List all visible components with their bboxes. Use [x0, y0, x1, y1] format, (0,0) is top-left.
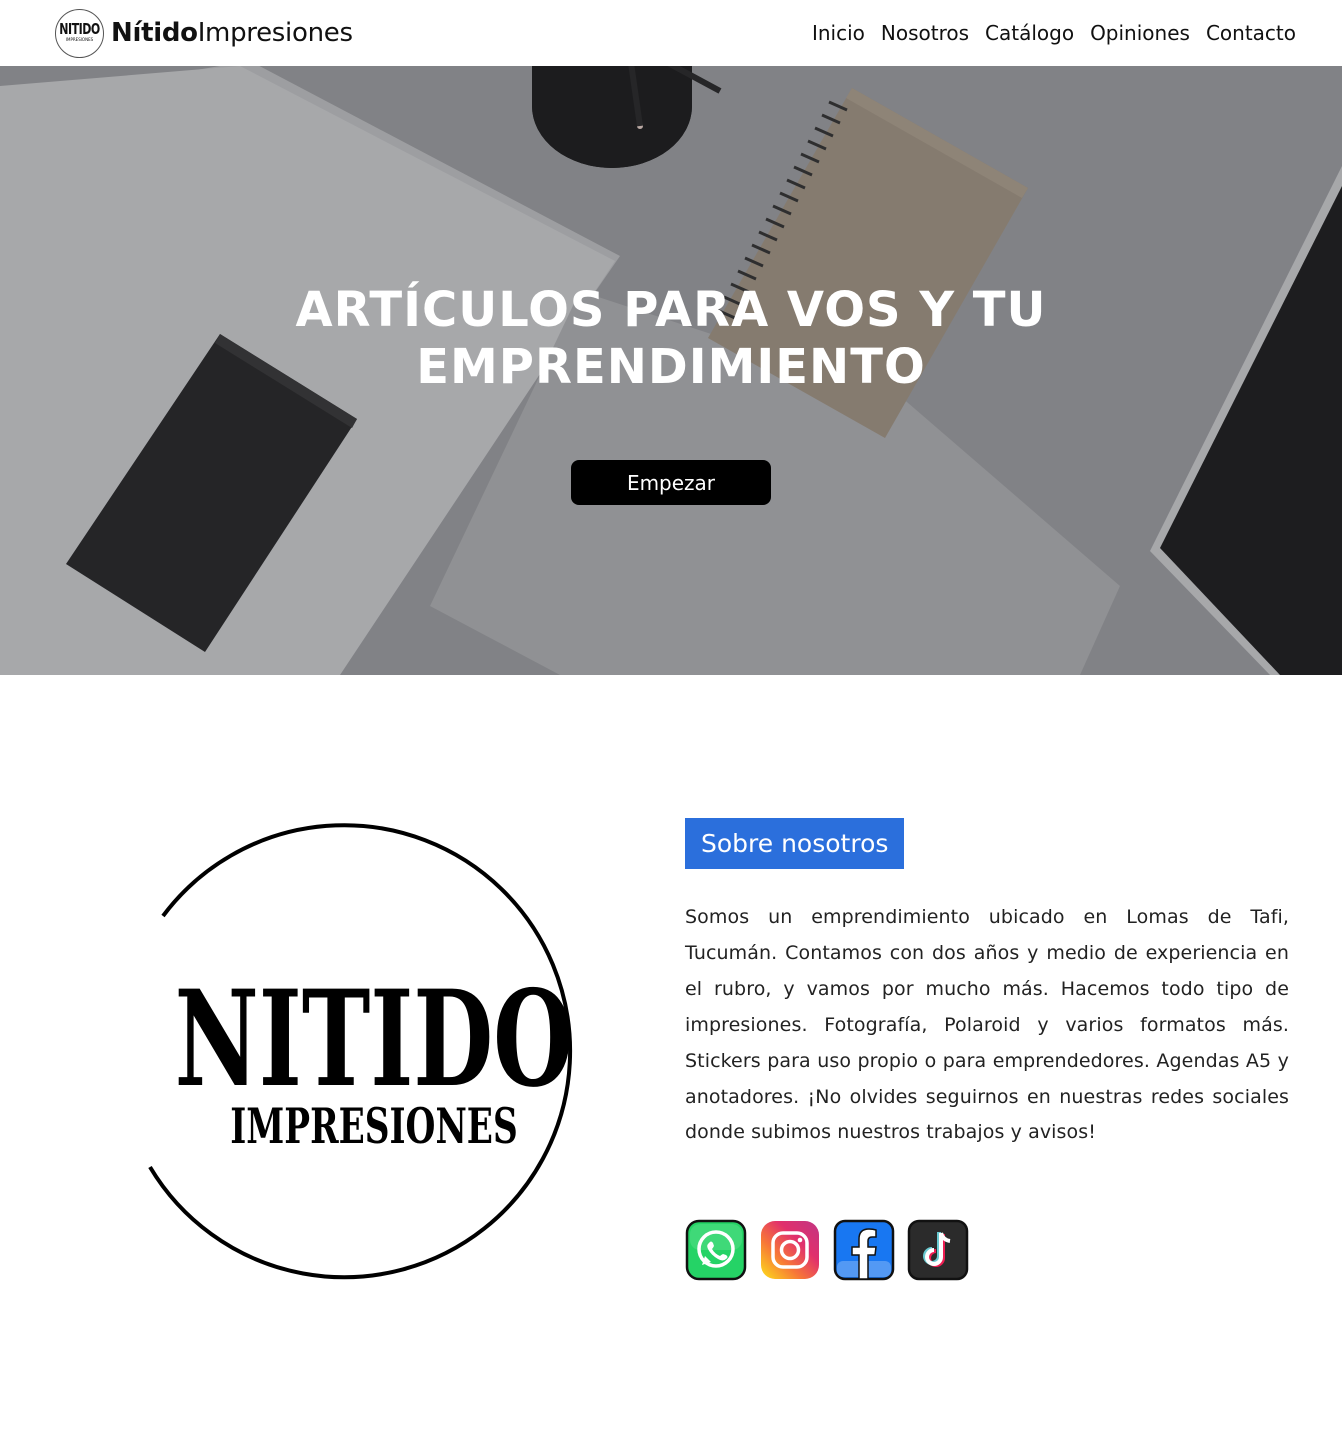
main-nav: Inicio Nosotros Catálogo Opiniones Conta… — [812, 18, 1296, 48]
about-description: Somos un emprendimiento ubicado en Lomas… — [685, 906, 1289, 1144]
brand-name-light: Impresiones — [197, 18, 353, 48]
nav-link-contacto[interactable]: Contacto — [1206, 18, 1296, 48]
site-header: NITIDO IMPRESIONES NítidoImpresiones Ini… — [0, 0, 1342, 66]
hero-section: ARTÍCULOS PARA VOS Y TU EMPRENDIMIENTO E… — [0, 66, 1342, 675]
nav-link-catalogo[interactable]: Catálogo — [985, 18, 1074, 48]
logo-title-text: NITIDO — [175, 961, 574, 1117]
nav-link-opiniones[interactable]: Opiniones — [1090, 18, 1190, 48]
hero-title-line1: ARTÍCULOS PARA VOS Y TU — [295, 282, 1047, 338]
logo-subtitle-text: IMPRESIONES — [230, 1098, 517, 1155]
hero-title: ARTÍCULOS PARA VOS Y TU EMPRENDIMIENTO — [0, 282, 1342, 396]
social-links — [685, 1219, 969, 1281]
whatsapp-icon[interactable] — [685, 1219, 747, 1281]
nav-link-nosotros[interactable]: Nosotros — [881, 18, 969, 48]
nitido-logo-image: NITIDO IMPRESIONES — [148, 823, 574, 1280]
about-heading: Sobre nosotros — [685, 818, 905, 869]
brand-name: NítidoImpresiones — [111, 18, 353, 48]
tiktok-icon[interactable] — [907, 1219, 969, 1281]
brand-mark-icon: NITIDO IMPRESIONES — [55, 8, 104, 58]
start-button[interactable]: Empezar — [571, 460, 771, 505]
brand-mark-title: NITIDO — [59, 20, 100, 39]
brand-logo[interactable]: NITIDO IMPRESIONES NítidoImpresiones — [55, 7, 353, 59]
brand-name-bold: Nítido — [111, 18, 198, 48]
hero-title-line2: EMPRENDIMIENTO — [416, 339, 926, 395]
instagram-icon[interactable] — [759, 1219, 821, 1281]
facebook-icon[interactable] — [833, 1219, 895, 1281]
nav-link-inicio[interactable]: Inicio — [812, 18, 865, 48]
